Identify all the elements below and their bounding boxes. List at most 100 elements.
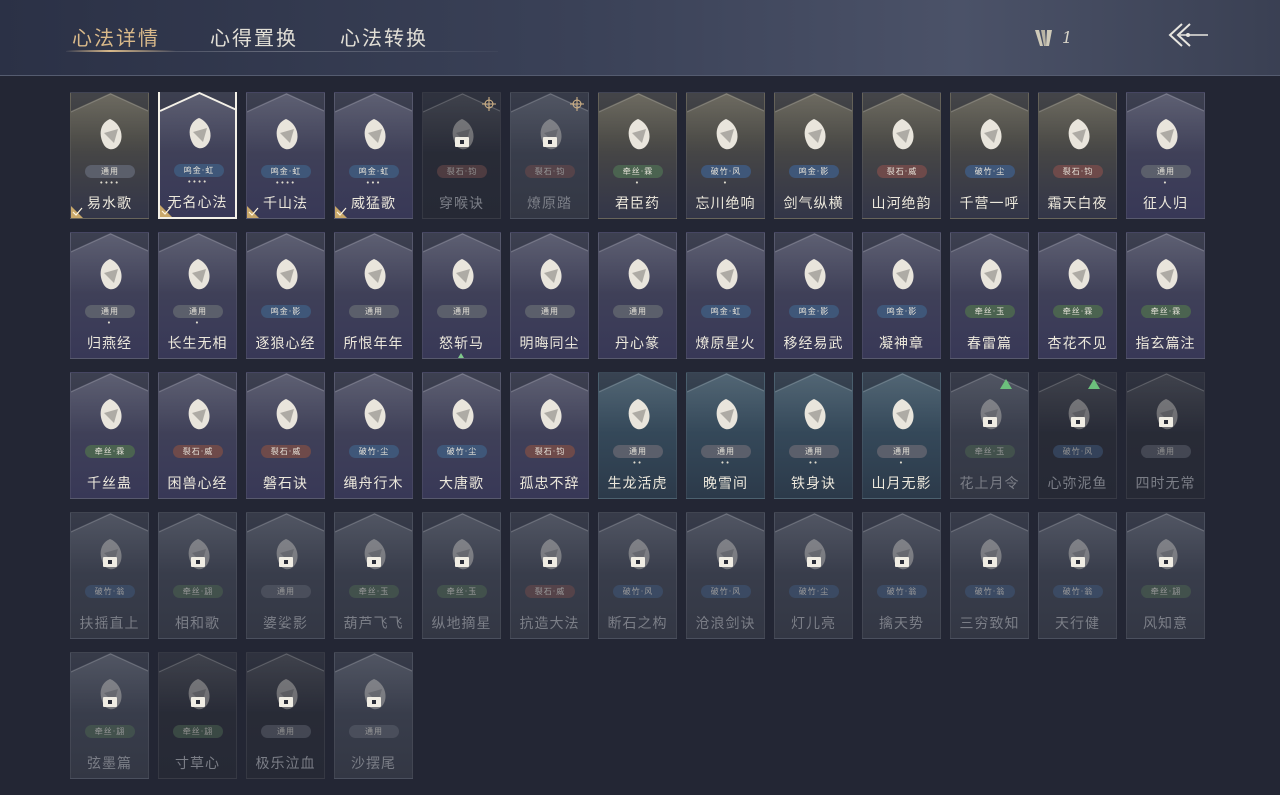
card-name: 三穷致知 <box>959 616 1020 632</box>
heart-method-card[interactable]: 通用 四时无常 <box>1126 372 1205 499</box>
card-chevron-top <box>863 93 940 113</box>
heart-method-card[interactable]: 牵丝·翃 风知意 <box>1126 512 1205 639</box>
card-type-badge: 破竹·翁 <box>85 585 135 598</box>
card-name: 孤忠不辞 <box>519 476 580 492</box>
card-chevron-top <box>599 373 676 393</box>
heart-method-card[interactable]: 破竹·翁 扶摇直上 <box>70 512 149 639</box>
heart-method-card[interactable]: 鸣金·影 移经易武 <box>774 232 853 359</box>
card-level-dots: •••• <box>187 178 208 186</box>
heart-method-card[interactable]: 鸣金·虹 燎原星火 <box>686 232 765 359</box>
equipped-corner-icon <box>160 205 172 217</box>
card-chevron-top <box>335 93 412 113</box>
card-type-badge: 通用 <box>85 305 135 318</box>
heart-method-card[interactable]: 破竹·风 沧浪剑诀 <box>686 512 765 639</box>
card-type-badge: 破竹·风 <box>1053 445 1103 458</box>
heart-method-card[interactable]: 裂石·威 抗造大法 <box>510 512 589 639</box>
heart-method-card[interactable]: 鸣金·虹 •••• 千山法 <box>246 92 325 219</box>
heart-method-card[interactable]: 裂石·钧 霜天白夜 <box>1038 92 1117 219</box>
heart-method-card[interactable]: 通用 极乐泣血 <box>246 652 325 779</box>
heart-method-card[interactable]: 通用 • 长生无相 <box>158 232 237 359</box>
locked-card-icon <box>983 417 997 427</box>
heart-method-card[interactable]: 通用 •• 晚雪间 <box>686 372 765 499</box>
card-chevron-top <box>71 653 148 673</box>
card-type-badge: 通用 <box>261 585 311 598</box>
heart-method-card[interactable]: 通用 所恨年年 <box>334 232 413 359</box>
statue-icon <box>188 259 210 290</box>
heart-method-card[interactable]: 破竹·尘 灯儿亮 <box>774 512 853 639</box>
heart-method-card[interactable]: 牵丝·霖 • 君臣药 <box>598 92 677 219</box>
card-type-badge: 裂石·钧 <box>1053 165 1103 178</box>
heart-method-card[interactable]: 鸣金·影 凝神章 <box>862 232 941 359</box>
heart-method-card[interactable]: 通用 •••• 易水歌 <box>70 92 149 219</box>
card-name: 困兽心经 <box>167 476 228 492</box>
heart-method-card[interactable]: 通用 •• 铁身诀 <box>774 372 853 499</box>
card-name: 沧浪剑诀 <box>695 616 756 632</box>
heart-method-card[interactable]: 裂石·钧 孤忠不辞 <box>510 372 589 499</box>
card-type-badge: 破竹·翁 <box>1053 585 1103 598</box>
heart-method-card[interactable]: 牵丝·翃 弦墨篇 <box>70 652 149 779</box>
card-chevron-top <box>1127 373 1204 393</box>
heart-method-card[interactable]: 裂石·钧 燎原踏 <box>510 92 589 219</box>
heart-method-card[interactable]: 牵丝·玉 葫芦飞飞 <box>334 512 413 639</box>
heart-method-card[interactable]: 牵丝·霖 指玄篇注 <box>1126 232 1205 359</box>
heart-method-card[interactable]: 牵丝·翃 相和歌 <box>158 512 237 639</box>
heart-method-card[interactable]: 破竹·尘 绳舟行木 <box>334 372 413 499</box>
card-chevron-top <box>1127 513 1204 533</box>
heart-method-card[interactable]: 破竹·风 心弥泥鱼 <box>1038 372 1117 499</box>
card-type-badge: 通用 <box>877 445 927 458</box>
back-arrow-icon[interactable] <box>1166 20 1210 50</box>
tab-heart-method-details[interactable]: 心法详情 <box>72 22 160 51</box>
card-name: 凝神章 <box>879 336 924 352</box>
top-bar: 心法详情 心得置换 心法转换 1 <box>0 0 1280 76</box>
tab-insight-exchange[interactable]: 心得置换 <box>210 22 298 51</box>
card-type-badge: 通用 <box>173 305 223 318</box>
heart-method-card[interactable]: 破竹·风 断石之构 <box>598 512 677 639</box>
card-type-badge: 破竹·尘 <box>965 165 1015 178</box>
card-name: 燎原星火 <box>695 336 756 352</box>
heart-method-card[interactable]: 裂石·钧 穿喉诀 <box>422 92 501 219</box>
heart-method-card[interactable]: 牵丝·霖 杏花不见 <box>1038 232 1117 359</box>
heart-method-card[interactable]: 牵丝·玉 纵地摘星 <box>422 512 501 639</box>
heart-method-card[interactable]: 裂石·威 磐石诀 <box>246 372 325 499</box>
heart-method-card[interactable]: 牵丝·玉花上月令 <box>950 372 1029 499</box>
equipped-corner-icon <box>71 206 83 218</box>
heart-method-card[interactable]: 通用 怒斩马 <box>422 232 501 359</box>
heart-method-card[interactable]: 鸣金·虹 ••• 威猛歌 <box>334 92 413 219</box>
card-type-badge: 裂石·威 <box>173 445 223 458</box>
heart-method-card[interactable]: 牵丝·霖 千丝蛊 <box>70 372 149 499</box>
card-chevron-top <box>159 233 236 253</box>
resource-count: 1 <box>1062 28 1073 47</box>
card-name: 山河绝韵 <box>871 196 932 212</box>
heart-method-card[interactable]: 鸣金·虹 •••• 无名心法 <box>158 92 237 219</box>
card-chevron-top <box>687 93 764 113</box>
heart-method-card[interactable]: 破竹·尘 大唐歌 <box>422 372 501 499</box>
yinyang-icon <box>1156 259 1178 290</box>
card-name: 花上月令 <box>959 476 1020 492</box>
heart-method-card[interactable]: 破竹·尘 千营一呼 <box>950 92 1029 219</box>
heart-method-card[interactable]: 破竹·翁 擒天势 <box>862 512 941 639</box>
card-chevron-top <box>335 373 412 393</box>
heart-method-card[interactable]: 通用 • 山月无影 <box>862 372 941 499</box>
heart-method-card[interactable]: 牵丝·翃 寸草心 <box>158 652 237 779</box>
heart-method-card[interactable]: 通用 明晦同尘 <box>510 232 589 359</box>
heart-method-card[interactable]: 通用 • 征人归 <box>1126 92 1205 219</box>
tab-method-convert[interactable]: 心法转换 <box>340 22 428 51</box>
heart-method-card[interactable]: 裂石·威困兽心经 <box>158 372 237 499</box>
heart-method-card[interactable]: 牵丝·玉 春雷篇 <box>950 232 1029 359</box>
heart-method-card[interactable]: 裂石·威山河绝韵 <box>862 92 941 219</box>
heart-method-card[interactable]: 鸣金·影 逐狼心经 <box>246 232 325 359</box>
heart-method-card[interactable]: 通用 • 归燕经 <box>70 232 149 359</box>
heart-method-card[interactable]: 鸣金·影 剑气纵横 <box>774 92 853 219</box>
card-chevron-top <box>951 93 1028 113</box>
heart-method-card[interactable]: 通用 沙摆尾 <box>334 652 413 779</box>
heart-method-card[interactable]: 通用 •• 生龙活虎 <box>598 372 677 499</box>
heart-method-card[interactable]: 破竹·翁 三穷致知 <box>950 512 1029 639</box>
card-chevron-top <box>423 513 500 533</box>
card-type-badge: 牵丝·玉 <box>965 445 1015 458</box>
card-type-badge: 裂石·威 <box>877 165 927 178</box>
locked-card-icon <box>543 137 557 147</box>
heart-method-card[interactable]: 破竹·风 • 忘川绝响 <box>686 92 765 219</box>
heart-method-card[interactable]: 通用 婆娑影 <box>246 512 325 639</box>
heart-method-card[interactable]: 破竹·翁 天行健 <box>1038 512 1117 639</box>
heart-method-card[interactable]: 通用 丹心篆 <box>598 232 677 359</box>
